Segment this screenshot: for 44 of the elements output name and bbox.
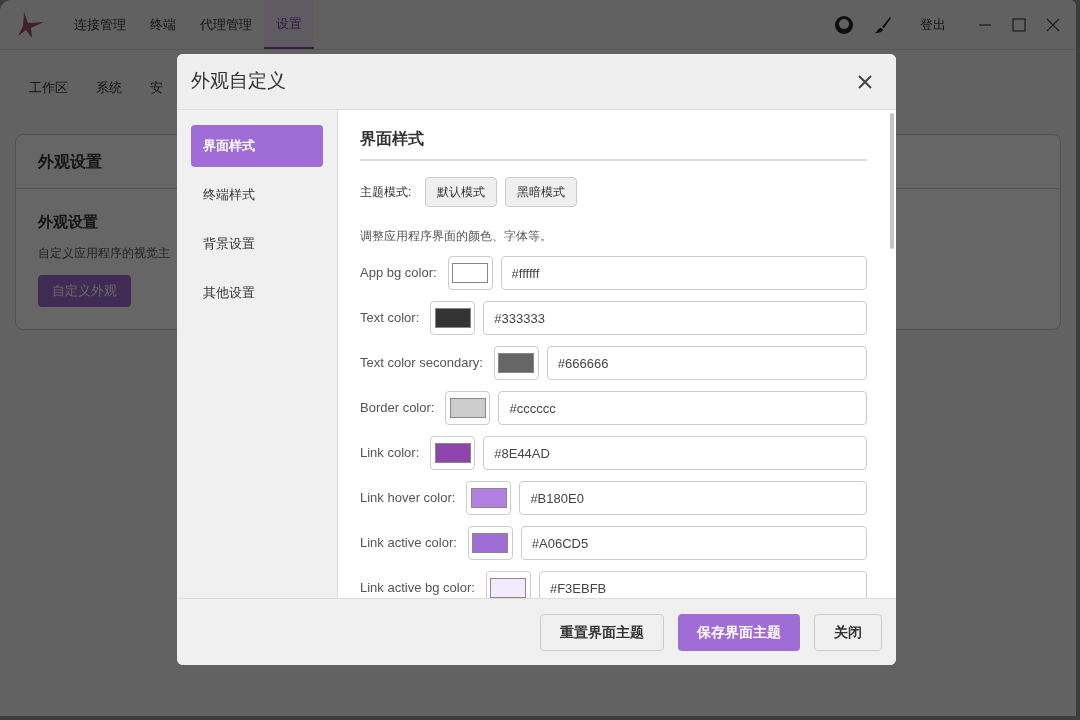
theme-mode-button[interactable]: 默认模式 [425, 177, 498, 207]
sidebar-item[interactable]: 背景设置 [191, 223, 323, 265]
color-swatch-button[interactable] [430, 301, 476, 335]
color-input[interactable]: #cccccc [498, 391, 867, 425]
field-label: App bg color: [360, 264, 437, 283]
field-label: Link hover color: [360, 489, 456, 508]
sidebar-item[interactable]: 其他设置 [191, 272, 323, 314]
close-icon[interactable] [858, 74, 872, 89]
color-input[interactable]: #ffffff [500, 256, 867, 290]
sidebar-item[interactable]: 终端样式 [191, 174, 323, 216]
color-input[interactable]: #666666 [546, 346, 867, 380]
color-swatch-button[interactable] [467, 526, 513, 560]
color-swatch-button[interactable] [447, 256, 493, 290]
color-input[interactable]: #B180E0 [519, 481, 867, 515]
theme-mode-label: 主题模式: [360, 184, 412, 201]
color-input[interactable]: #A06CD5 [520, 526, 867, 560]
field-label: Text color: [360, 309, 420, 328]
section-heading: 界面样式 [360, 127, 867, 161]
dialog-button[interactable]: 关闭 [814, 613, 882, 651]
sidebar-item[interactable]: 界面样式 [191, 125, 323, 167]
dialog-button[interactable]: 重置界面主题 [540, 613, 664, 651]
field-label: Text color secondary: [360, 354, 483, 373]
section-description: 自定义应用程序的视觉主 [38, 244, 170, 262]
save-button[interactable]: 保存界面主题 [678, 613, 800, 651]
color-swatch-button[interactable] [493, 346, 539, 380]
color-swatch-button[interactable] [445, 391, 491, 425]
color-swatch-button[interactable] [485, 571, 531, 598]
theme-mode-button[interactable]: 黑暗模式 [505, 177, 578, 207]
field-label: Link active color: [360, 534, 457, 553]
card-title: 外观设置 [38, 151, 102, 172]
field-label: Border color: [360, 399, 435, 418]
theme-description: 调整应用程序界面的颜色、字体等。 [360, 228, 553, 245]
field-label: Link color: [360, 444, 420, 463]
color-swatch-button[interactable] [430, 436, 476, 470]
brush-icon[interactable] [874, 15, 892, 34]
color-swatch-button[interactable] [466, 481, 512, 515]
field-label: Link active bg color: [360, 579, 475, 598]
maximize-icon[interactable] [1012, 17, 1026, 32]
dialog-title: 外观自定义 [191, 69, 286, 94]
scrollbar-thumb[interactable] [890, 113, 894, 249]
color-input[interactable]: #F3EBFB [538, 571, 867, 598]
color-input[interactable]: #333333 [483, 301, 867, 335]
section-title: 外观设置 [38, 212, 98, 232]
color-input[interactable]: #8E44AD [483, 436, 867, 470]
